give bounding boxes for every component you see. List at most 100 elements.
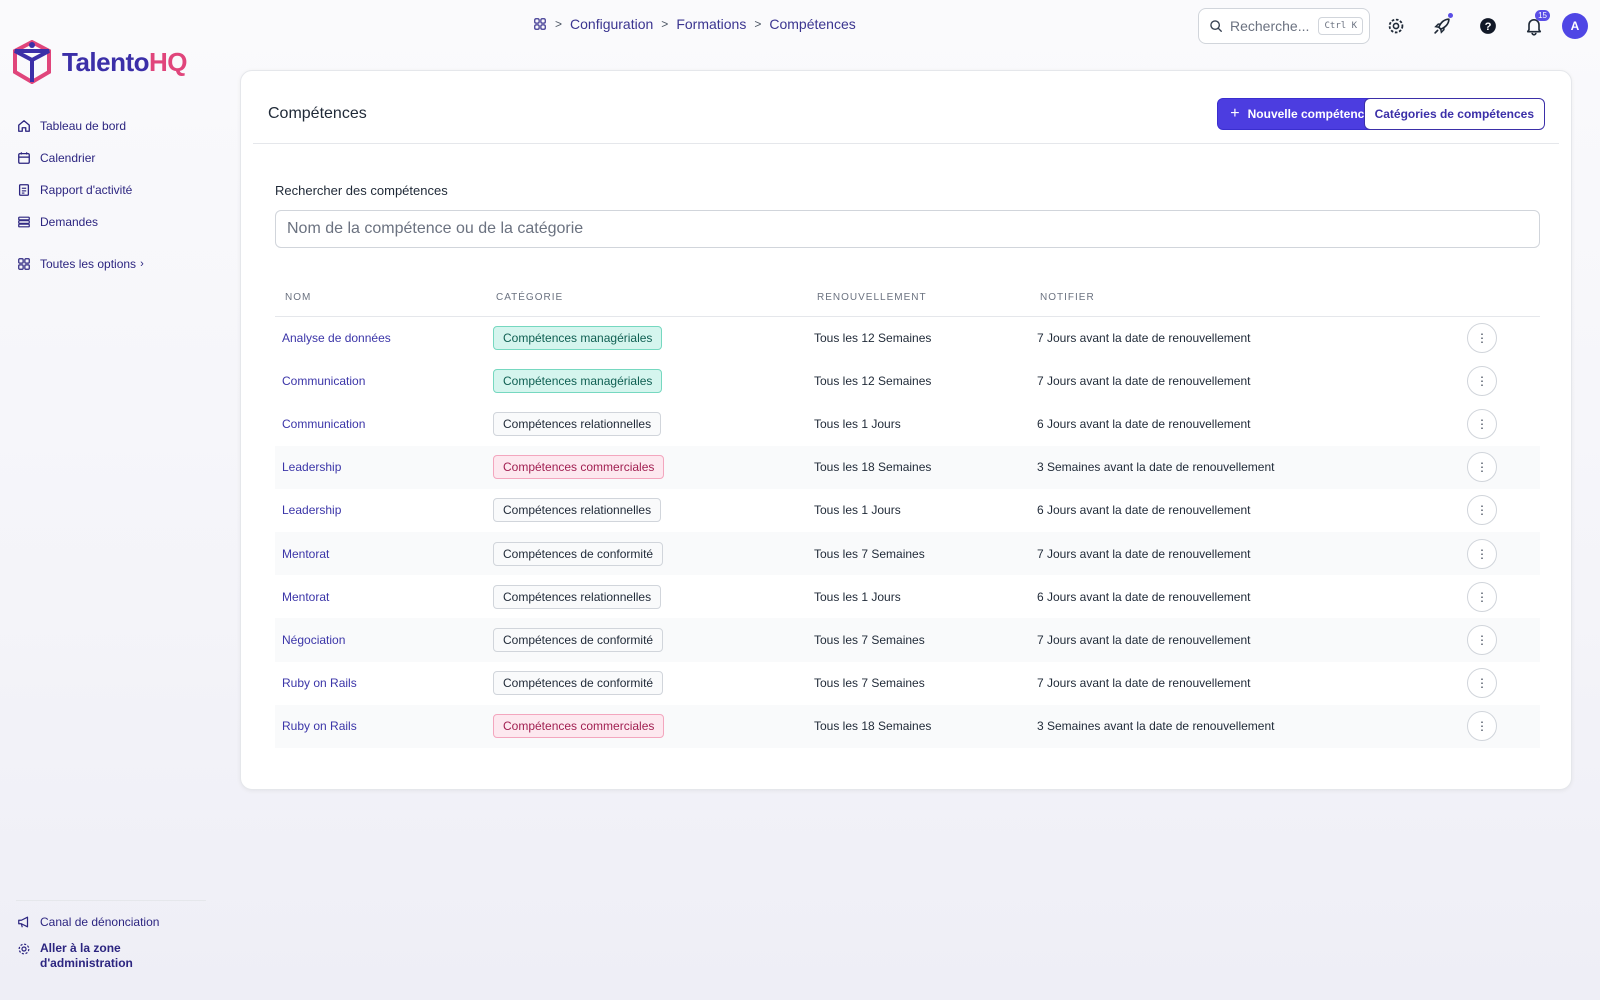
row-actions-button[interactable]: ⋮ (1467, 668, 1497, 699)
logo-text-part1: Talento (62, 46, 150, 77)
category-badge: Compétences relationnelles (493, 498, 662, 523)
more-vertical-icon: ⋮ (1476, 632, 1488, 647)
unread-dot (1448, 13, 1453, 18)
column-header-notify[interactable]: NOTIFIER (1030, 279, 1460, 317)
card-header: Compétences + Nouvelle compétence Catégo… (253, 71, 1559, 144)
logo-text: TalentoHQ (62, 46, 188, 78)
category-cell: Compétences managériales (486, 316, 807, 359)
skill-name-link[interactable]: Communication (275, 359, 486, 402)
breadcrumb-item[interactable]: Configuration (570, 16, 653, 32)
more-vertical-icon: ⋮ (1476, 589, 1488, 604)
sidebar-item-admin[interactable]: Aller à la zone d'administration (16, 937, 206, 977)
row-actions-button[interactable]: ⋮ (1467, 365, 1497, 396)
column-header-name[interactable]: NOM (275, 279, 486, 317)
skill-name-link[interactable]: Leadership (275, 445, 486, 489)
skill-name-link[interactable]: Négociation (275, 618, 486, 662)
sidebar-item-calendar[interactable]: Calendrier (16, 142, 206, 174)
row-actions-button[interactable]: ⋮ (1467, 452, 1497, 483)
column-header-category[interactable]: CATÉGORIE (486, 279, 807, 317)
skill-name-link[interactable]: Mentorat (275, 531, 486, 576)
sidebar-item-requests[interactable]: Demandes (16, 206, 206, 238)
row-actions-button[interactable]: ⋮ (1467, 408, 1497, 439)
chevron-right-icon: › (140, 258, 144, 270)
skill-name-link[interactable]: Analyse de données (275, 316, 486, 359)
renewal-cell: Tous les 7 Semaines (814, 676, 925, 691)
table-row: Négociation Compétences de conformité To… (275, 618, 1540, 662)
sidebar-item-label: Calendrier (40, 151, 96, 165)
category-badge: Compétences de conformité (493, 541, 664, 566)
row-actions-button[interactable]: ⋮ (1467, 711, 1497, 742)
skill-search-label: Rechercher des compétences (275, 183, 448, 198)
more-vertical-icon: ⋮ (1476, 503, 1488, 518)
topbar-actions: Recherche... Ctrl K ? 15 A (1198, 8, 1588, 44)
renewal-cell: Tous les 1 Jours (814, 416, 901, 431)
more-vertical-icon: ⋮ (1476, 460, 1488, 475)
renewal-cell: Tous les 18 Semaines (807, 704, 1030, 748)
sidebar-item-label: Tableau de bord (40, 119, 127, 133)
sidebar-item-label: Rapport d'activité (40, 183, 133, 197)
sidebar-item-label: Demandes (40, 215, 99, 229)
sidebar-item-label: Aller à la zone d'administration (40, 941, 133, 971)
svg-text:?: ? (1485, 21, 1492, 33)
help-button[interactable]: ? (1468, 8, 1508, 44)
column-header-actions (1460, 279, 1540, 317)
row-actions-button[interactable]: ⋮ (1467, 322, 1497, 353)
sidebar-item-label: Canal de dénonciation (40, 915, 160, 929)
more-vertical-icon: ⋮ (1476, 416, 1488, 431)
renewal-cell: Tous les 1 Jours (814, 503, 901, 518)
category-badge: Compétences relationnelles (493, 411, 662, 436)
row-actions-button[interactable]: ⋮ (1467, 581, 1497, 612)
skill-name-link[interactable]: Mentorat (275, 575, 486, 618)
skill-name-link[interactable]: Communication (275, 402, 486, 445)
skill-name-link[interactable]: Ruby on Rails (275, 662, 486, 705)
more-vertical-icon: ⋮ (1476, 676, 1488, 691)
actions-cell: ⋮ (1460, 489, 1540, 532)
settings-button[interactable] (1376, 8, 1416, 44)
sidebar-item-all-options[interactable]: Toutes les options › (16, 248, 206, 280)
apps-grid-icon[interactable] (533, 17, 547, 31)
skill-name-link[interactable]: Ruby on Rails (275, 704, 486, 748)
breadcrumb-item[interactable]: Formations (676, 16, 746, 32)
notify-cell: 7 Jours avant la date de renouvellement (1030, 531, 1460, 576)
category-cell: Compétences relationnelles (486, 402, 807, 445)
table-row: Ruby on Rails Compétences commerciales T… (275, 704, 1540, 748)
notifications-button[interactable]: 15 (1514, 8, 1554, 44)
row-actions-button[interactable]: ⋮ (1467, 538, 1497, 569)
actions-cell: ⋮ (1460, 662, 1540, 705)
sidebar-item-dashboard[interactable]: Tableau de bord (16, 110, 206, 142)
sidebar-item-label-line2: d'administration (40, 956, 133, 970)
logo[interactable]: TalentoHQ (12, 40, 188, 84)
skill-search-input[interactable] (275, 210, 1540, 248)
actions-cell: ⋮ (1460, 359, 1540, 402)
calendar-icon (16, 150, 32, 166)
actions-cell: ⋮ (1460, 445, 1540, 489)
category-badge: Compétences de conformité (493, 627, 664, 652)
category-cell: Compétences commerciales (486, 704, 807, 748)
whats-new-button[interactable] (1422, 8, 1462, 44)
avatar[interactable]: A (1562, 13, 1588, 39)
sidebar-item-whistleblowing[interactable]: Canal de dénonciation (16, 907, 206, 937)
category-cell: Compétences de conformité (486, 662, 807, 705)
sidebar-item-report[interactable]: Rapport d'activité (16, 174, 206, 206)
renewal-cell: Tous les 1 Jours (814, 589, 901, 604)
category-badge: Compétences managériales (493, 368, 663, 393)
table-row: Analyse de données Compétences managéria… (275, 316, 1540, 359)
sidebar: TalentoHQ Tableau de bord Calendrier Rap… (0, 0, 210, 1000)
skill-categories-button[interactable]: Catégories de compétences (1363, 98, 1545, 130)
breadcrumb-item-current: Compétences (769, 16, 856, 32)
new-skill-button[interactable]: + Nouvelle compétence (1217, 98, 1384, 130)
actions-cell: ⋮ (1460, 402, 1540, 445)
breadcrumb: > Configuration > Formations > Compétenc… (533, 16, 856, 32)
global-search[interactable]: Recherche... Ctrl K (1198, 8, 1370, 44)
table-row: Leadership Compétences commerciales Tous… (275, 445, 1540, 489)
megaphone-icon (16, 914, 32, 930)
home-icon (16, 118, 32, 134)
row-actions-button[interactable]: ⋮ (1467, 624, 1497, 655)
skill-name-link[interactable]: Leadership (275, 489, 486, 532)
row-actions-button[interactable]: ⋮ (1467, 495, 1497, 526)
sidebar-item-label-line1: Aller à la zone (40, 941, 121, 955)
notify-cell: 6 Jours avant la date de renouvellement (1037, 503, 1251, 518)
category-badge: Compétences relationnelles (493, 584, 662, 609)
column-header-renewal[interactable]: RENOUVELLEMENT (807, 279, 1030, 317)
gear-icon (1387, 17, 1405, 35)
